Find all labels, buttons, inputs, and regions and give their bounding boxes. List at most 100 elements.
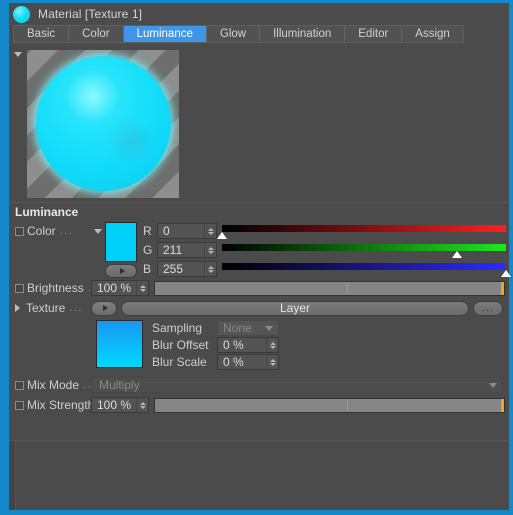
blur-scale-label: Blur Scale xyxy=(152,355,207,369)
blur-offset-value: 0 % xyxy=(223,338,244,352)
texture-expand-toggle[interactable] xyxy=(15,304,24,312)
g-value: 211 xyxy=(163,243,183,257)
blur-scale-stepper[interactable] xyxy=(266,355,278,369)
color-animate-checkbox[interactable] xyxy=(15,226,24,236)
channel-row-r: R 0 xyxy=(143,222,509,240)
b-slider-marker[interactable] xyxy=(501,270,511,277)
mix-strength-label-text: Mix Strength xyxy=(27,398,95,412)
mix-mode-label: Mix Mode .. xyxy=(15,378,91,392)
mix-strength-slider-tick xyxy=(346,399,348,411)
rgb-channels: R 0 G 211 B 255 xyxy=(143,222,511,279)
brightness-value-field[interactable]: 100 % xyxy=(91,280,149,296)
b-value: 255 xyxy=(163,262,184,276)
g-stepper[interactable] xyxy=(204,243,216,257)
window-title: Material [Texture 1] xyxy=(38,7,143,21)
b-value-field[interactable]: 255 xyxy=(157,261,217,277)
texture-thumbnail[interactable] xyxy=(96,320,143,368)
channel-row-g: G 211 xyxy=(143,241,509,259)
blur-offset-row: Blur Offset 0 % xyxy=(152,337,279,353)
blur-scale-field[interactable]: 0 % xyxy=(217,354,279,370)
play-arrow-icon xyxy=(119,268,125,274)
material-sphere-icon xyxy=(13,5,30,23)
mix-mode-animate-checkbox[interactable] xyxy=(15,380,24,390)
stepper-up-icon xyxy=(139,401,146,405)
properties-panel: Color ... R 0 G 211 B 255 Brightness . 1… xyxy=(9,220,511,415)
r-slider[interactable] xyxy=(217,222,506,240)
stepper-up-icon xyxy=(269,358,276,362)
chevron-down-icon xyxy=(94,228,102,234)
mix-strength-value-field[interactable]: 100 % xyxy=(91,397,149,413)
tab-illumination[interactable]: Illumination xyxy=(260,26,346,42)
channel-letter-g: G xyxy=(143,243,153,257)
preview-sphere xyxy=(36,56,171,191)
sampling-select[interactable]: None xyxy=(217,320,279,336)
texture-label-text: Texture xyxy=(26,301,66,315)
mix-strength-slider-knob[interactable] xyxy=(501,398,504,412)
brightness-slider-tick xyxy=(346,282,348,294)
chevron-down-icon xyxy=(265,325,273,331)
r-stepper[interactable] xyxy=(204,224,216,238)
stepper-up-icon xyxy=(207,246,214,250)
brightness-row: Brightness . 100 % xyxy=(9,278,509,298)
g-value-field[interactable]: 211 xyxy=(157,242,217,258)
g-slider-marker[interactable] xyxy=(451,251,462,258)
channel-letter-b: B xyxy=(143,262,152,276)
stepper-down-icon xyxy=(207,250,214,254)
tab-luminance[interactable]: Luminance xyxy=(123,26,207,42)
empty-panel-area xyxy=(9,440,509,510)
brightness-stepper[interactable] xyxy=(136,281,148,295)
material-preview-row xyxy=(9,47,509,202)
stepper-down-icon xyxy=(269,345,276,349)
stepper-down-icon xyxy=(207,231,214,235)
window-inner: Material [Texture 1] Basic Color Luminan… xyxy=(9,3,511,510)
chevron-right-icon xyxy=(15,304,20,312)
stepper-up-icon xyxy=(269,341,276,345)
channel-letter-r: R xyxy=(143,224,152,238)
blur-scale-value: 0 % xyxy=(223,355,244,369)
g-slider[interactable] xyxy=(222,241,506,259)
mix-strength-label: Mix Strength xyxy=(15,398,95,412)
color-expand-toggle[interactable] xyxy=(91,222,105,240)
texture-label: Texture ... xyxy=(15,301,91,315)
mix-strength-stepper[interactable] xyxy=(136,398,148,412)
color-swatch[interactable] xyxy=(105,222,137,262)
material-preview[interactable] xyxy=(27,50,179,198)
mix-mode-select[interactable]: Multiply xyxy=(91,377,503,393)
titlebar: Material [Texture 1] xyxy=(9,3,509,25)
brightness-animate-checkbox[interactable] xyxy=(15,283,24,293)
g-gradient-track xyxy=(222,244,506,251)
material-editor-window: Material [Texture 1] Basic Color Luminan… xyxy=(0,0,513,515)
mix-strength-slider[interactable] xyxy=(154,397,505,413)
panel-left-rail xyxy=(9,441,16,510)
stepper-up-icon xyxy=(207,265,214,269)
texture-options-button[interactable] xyxy=(91,300,117,316)
brightness-value: 100 % xyxy=(97,281,132,295)
blur-offset-field[interactable]: 0 % xyxy=(217,337,279,353)
mix-mode-row: Mix Mode .. Multiply xyxy=(9,375,509,395)
preview-collapse-toggle[interactable] xyxy=(9,50,27,64)
tab-assign[interactable]: Assign xyxy=(402,26,463,42)
tab-basic[interactable]: Basic xyxy=(14,26,70,42)
brightness-slider-knob[interactable] xyxy=(501,281,504,295)
color-label-dots: ... xyxy=(59,225,74,237)
mix-mode-value: Multiply xyxy=(99,378,140,392)
brightness-label: Brightness . xyxy=(15,281,91,295)
section-title: Luminance xyxy=(9,202,509,220)
texture-row: Texture ... Layer ... xyxy=(9,298,509,318)
b-slider[interactable] xyxy=(222,260,511,278)
b-stepper[interactable] xyxy=(204,262,216,276)
texture-shader-field[interactable]: Layer xyxy=(121,300,469,316)
blur-offset-stepper[interactable] xyxy=(266,338,278,352)
tab-glow[interactable]: Glow xyxy=(206,26,261,42)
brightness-slider[interactable] xyxy=(154,280,505,296)
texture-detail-block: Sampling None Blur Offset 0 % Blur Scale… xyxy=(9,318,509,371)
r-slider-marker[interactable] xyxy=(217,232,227,239)
r-value-field[interactable]: 0 xyxy=(157,223,217,239)
texture-browse-button[interactable]: ... xyxy=(473,300,503,316)
tab-editor[interactable]: Editor xyxy=(345,26,403,42)
mix-strength-animate-checkbox[interactable] xyxy=(15,400,24,410)
color-picker-button[interactable] xyxy=(105,264,137,278)
tab-color[interactable]: Color xyxy=(69,26,124,42)
texture-settings: Sampling None Blur Offset 0 % Blur Scale… xyxy=(152,320,279,371)
stepper-down-icon xyxy=(139,405,146,409)
